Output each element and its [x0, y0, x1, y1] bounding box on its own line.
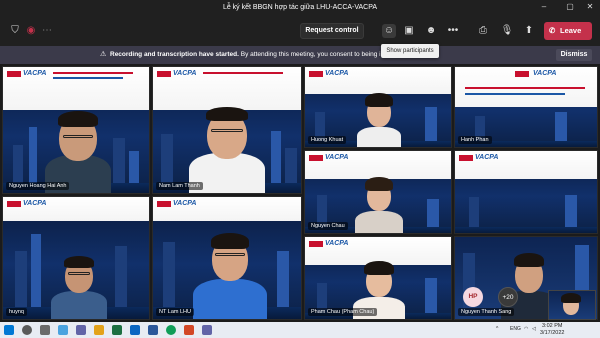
outlook-icon[interactable]: [130, 325, 140, 335]
more-participants-button[interactable]: +20: [498, 287, 518, 307]
more-actions-icon[interactable]: •••: [446, 24, 460, 38]
video-tile[interactable]: VACPA NT Lam LHU: [152, 196, 302, 320]
video-grid: VACPA Nguyen Hoang Hai Anh VACPA Nam Lam…: [0, 64, 600, 322]
dismiss-button[interactable]: Dismiss: [556, 49, 592, 61]
leave-label: Leave: [560, 26, 582, 35]
video-tile[interactable]: VACPA Huong Khuat: [304, 66, 452, 148]
slide-logo: VACPA: [325, 154, 349, 161]
title-bar: Lễ ký kết BBGN hợp tác giữa LHU-ACCA-VAC…: [0, 0, 600, 16]
request-control-button[interactable]: Request control: [300, 23, 364, 39]
minimize-icon[interactable]: –: [538, 2, 550, 11]
recording-banner: ⚠ Recording and transcription have start…: [0, 46, 600, 64]
participant-video: [51, 245, 107, 319]
reactions-icon[interactable]: ☻: [424, 24, 438, 38]
slide-logo: VACPA: [173, 70, 197, 77]
video-tile[interactable]: VACPA Nguyen Hoang Hai Anh: [2, 66, 150, 194]
word-icon[interactable]: [148, 325, 158, 335]
browser-icon[interactable]: [166, 325, 176, 335]
file-explorer-icon[interactable]: [94, 325, 104, 335]
slide-logo: VACPA: [23, 70, 47, 77]
meeting-toolbar: ⛉ ◉ ⋯ Request control ☺ ▣ ☻ ••• ⎙ 🎙︎ ⬆ ✆…: [0, 16, 600, 46]
video-tile[interactable]: VACPA Nam Lam Thanh: [152, 66, 302, 194]
widgets-icon[interactable]: [58, 325, 68, 335]
video-tile[interactable]: VACPA: [454, 150, 598, 234]
slide-logo: VACPA: [23, 200, 47, 207]
close-window-icon[interactable]: ✕: [584, 2, 596, 11]
phone-icon: ✆: [549, 26, 556, 35]
participant-name: Nguyen Hoang Hai Anh: [6, 182, 70, 190]
participant-video: [355, 169, 403, 233]
mic-icon[interactable]: 🎙︎: [500, 24, 514, 38]
video-tile[interactable]: VACPA huynq: [2, 196, 150, 320]
teams-icon[interactable]: [202, 325, 212, 335]
leave-button[interactable]: ✆ Leave: [544, 22, 592, 40]
participant-name: Nguyen Chau: [308, 222, 348, 230]
participant-name: Nam Lam Thanh: [156, 182, 203, 190]
slide-background: VACPA: [455, 151, 597, 179]
slide-background: VACPA: [3, 197, 149, 222]
search-icon[interactable]: [22, 325, 32, 335]
slide-logo: VACPA: [325, 240, 349, 247]
language-indicator[interactable]: ENG: [510, 326, 521, 332]
participant-name: Nguyen Thanh Sang: [458, 308, 515, 316]
slide-background: VACPA: [153, 197, 301, 222]
slide-background: VACPA: [455, 67, 597, 107]
participant-name: Pham Chau (Pham Chau): [308, 308, 378, 316]
shield-icon[interactable]: ⛉: [8, 24, 22, 38]
maximize-icon[interactable]: ▢: [564, 2, 576, 11]
tray-chevron-icon[interactable]: ^: [496, 326, 498, 332]
banner-bold-text: Recording and transcription have started…: [110, 51, 239, 58]
participant-name: NT Lam LHU: [156, 308, 194, 316]
powerpoint-icon[interactable]: [184, 325, 194, 335]
task-view-icon[interactable]: [40, 325, 50, 335]
warning-icon: ⚠: [100, 51, 107, 58]
slide-logo: VACPA: [325, 70, 349, 77]
wifi-icon[interactable]: ◠: [524, 326, 528, 332]
timer-icon: ⋯: [42, 25, 52, 36]
slide-logo: VACPA: [173, 200, 197, 207]
share-screen-icon[interactable]: ⬆: [522, 24, 536, 38]
video-tile[interactable]: VACPA Nguyen Chau: [304, 150, 452, 234]
participants-tooltip: Show participants: [381, 44, 439, 58]
camera-icon[interactable]: ⎙: [476, 24, 490, 38]
clock-time: 3:02 PM: [541, 323, 563, 329]
chat-icon[interactable]: ▣: [402, 24, 416, 38]
participant-video: [43, 93, 113, 193]
participant-video: [193, 219, 267, 319]
video-tile[interactable]: VACPA Pham Chau (Pham Chau): [304, 236, 452, 320]
slide-logo: VACPA: [533, 70, 557, 77]
participant-avatar[interactable]: HP: [463, 287, 483, 307]
volume-icon[interactable]: ◁: [532, 326, 536, 332]
clock-date: 3/17/2022: [540, 330, 565, 336]
taskbar: ^ ENG ◠ ◁ 3:02 PM 3/17/2022: [0, 322, 600, 338]
participant-name: Hanh Phan: [458, 136, 492, 144]
excel-icon[interactable]: [112, 325, 122, 335]
video-tile[interactable]: VACPA Hanh Phan: [454, 66, 598, 148]
participants-icon[interactable]: ☺: [382, 24, 396, 38]
window-title: Lễ ký kết BBGN hợp tác giữa LHU-ACCA-VAC…: [222, 4, 378, 11]
slide-logo: VACPA: [475, 154, 499, 161]
participant-video: [189, 83, 265, 193]
banner-text: By attending this meeting, you consent t…: [240, 51, 381, 58]
participant-video: [357, 85, 401, 147]
recording-icon: ◉: [26, 25, 36, 36]
participant-name: Huong Khuat: [308, 136, 347, 144]
start-icon[interactable]: [4, 325, 14, 335]
participant-name: huynq: [6, 308, 27, 316]
clock[interactable]: 3:02 PM 3/17/2022: [540, 323, 564, 337]
self-view[interactable]: [548, 290, 596, 320]
teams-chat-icon[interactable]: [76, 325, 86, 335]
